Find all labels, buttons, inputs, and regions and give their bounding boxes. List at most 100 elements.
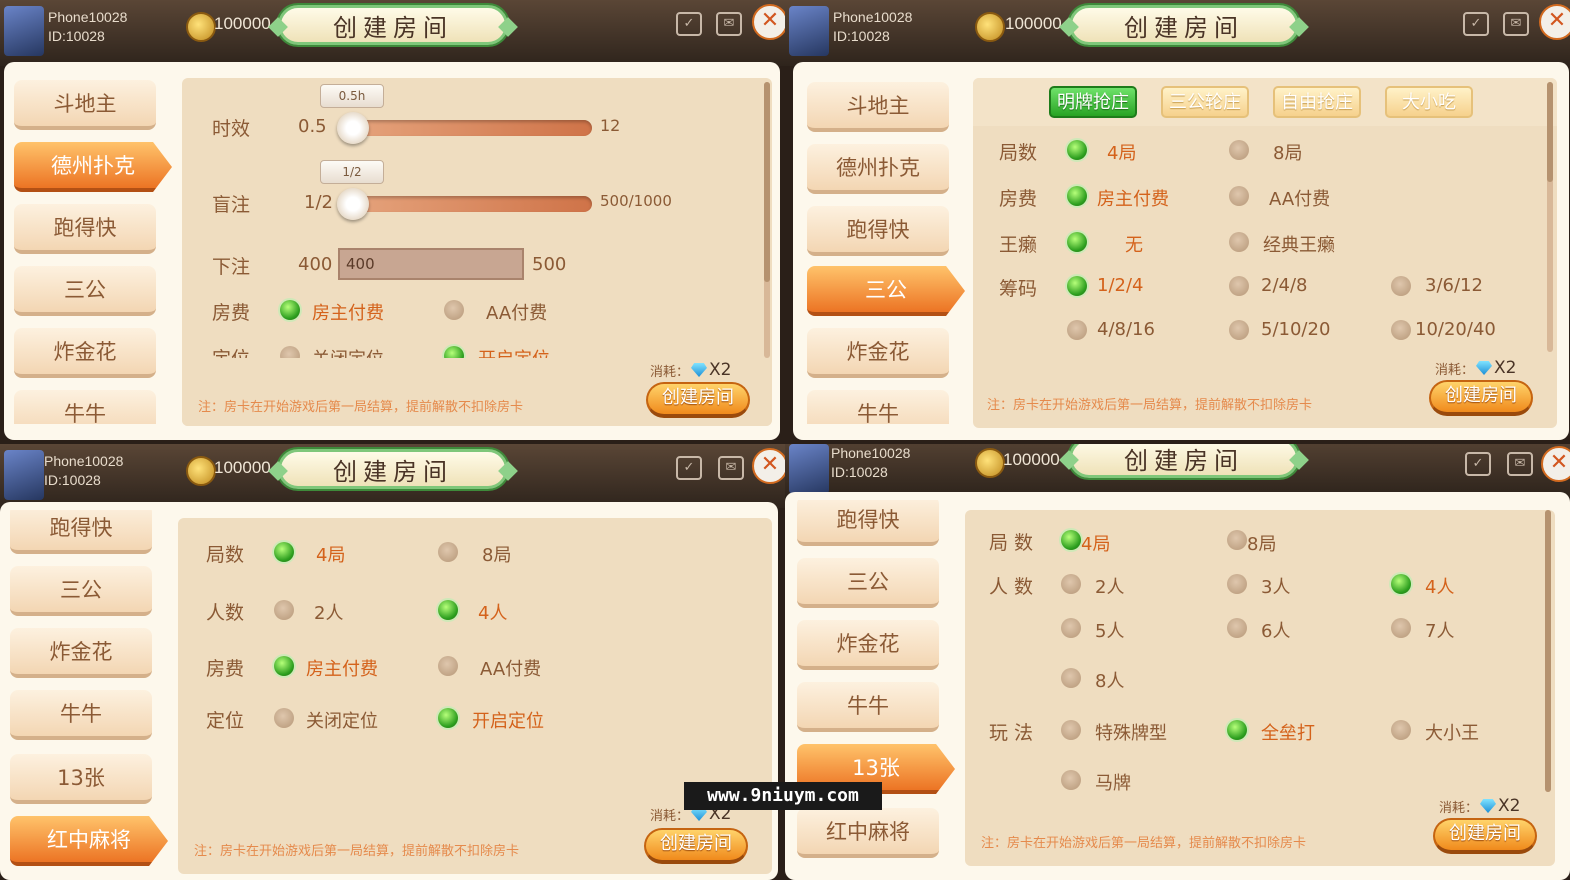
rules-radio-horse[interactable] — [1061, 770, 1081, 790]
fee-radio-aa[interactable] — [438, 656, 458, 676]
tab-ziyou-qiangzhuang[interactable]: 自由抢庄 — [1273, 86, 1361, 118]
sidebar-item-sangong[interactable]: 三公 — [807, 266, 965, 316]
players-radio-4[interactable] — [1391, 574, 1411, 594]
chips-option-1[interactable]: 1/2/4 — [1097, 275, 1144, 296]
sidebar-item-texas[interactable]: 德州扑克 — [14, 142, 172, 192]
rounds-option-8[interactable]: 8局 — [1273, 139, 1302, 165]
chips-radio-5[interactable] — [1229, 320, 1249, 340]
sidebar-item-texas[interactable]: 德州扑克 — [807, 144, 949, 194]
fee-option-aa[interactable]: AA付费 — [480, 655, 541, 681]
tab-daxiaochi[interactable]: 大小吃 — [1385, 86, 1473, 118]
sidebar-item-paodekuai[interactable]: 跑得快 — [807, 206, 949, 256]
location-radio-off[interactable] — [274, 708, 294, 728]
task-icon[interactable]: ✓ — [1465, 452, 1491, 476]
task-icon[interactable]: ✓ — [676, 456, 702, 480]
sidebar-item-sangong[interactable]: 三公 — [10, 566, 152, 616]
chips-option-5[interactable]: 5/10/20 — [1261, 319, 1330, 340]
chips-radio-4[interactable] — [1067, 320, 1087, 340]
fee-option-owner[interactable]: 房主付费 — [312, 299, 384, 325]
players-radio-5[interactable] — [1061, 618, 1081, 638]
fee-radio-aa[interactable] — [444, 300, 464, 320]
players-option-7[interactable]: 7人 — [1425, 617, 1454, 643]
fee-option-aa[interactable]: AA付费 — [486, 299, 547, 325]
blind-slider-handle[interactable] — [337, 188, 369, 220]
blind-slider-track[interactable] — [342, 196, 592, 212]
rounds-option-4[interactable]: 4局 — [316, 541, 345, 567]
rounds-radio-8[interactable] — [1229, 140, 1249, 160]
rules-option-homerun[interactable]: 全垒打 — [1261, 719, 1315, 745]
sidebar-item-hongzhong[interactable]: 红中麻将 — [10, 816, 168, 866]
sidebar-item-zhajinhua[interactable]: 炸金花 — [10, 628, 152, 678]
avatar[interactable] — [789, 444, 829, 494]
rules-option-jokers[interactable]: 大小王 — [1425, 719, 1479, 745]
fee-option-owner[interactable]: 房主付费 — [1097, 185, 1169, 211]
chips-radio-1[interactable] — [1067, 276, 1087, 296]
close-button[interactable]: ✕ — [752, 4, 785, 40]
players-radio-2[interactable] — [274, 600, 294, 620]
avatar[interactable] — [4, 450, 44, 500]
sidebar-item-paodekuai[interactable]: 跑得快 — [10, 510, 152, 554]
sidebar-item-hongzhong[interactable]: 红中麻将 — [797, 808, 939, 858]
mail-icon[interactable]: ✉ — [1507, 452, 1533, 476]
create-room-button[interactable]: 创建房间 — [646, 382, 750, 418]
bet-input[interactable]: 400 — [338, 248, 524, 280]
tab-sangong-lunzhuang[interactable]: 三公轮庄 — [1161, 86, 1249, 118]
mail-icon[interactable]: ✉ — [1503, 12, 1529, 36]
players-option-5[interactable]: 5人 — [1095, 617, 1124, 643]
mail-icon[interactable]: ✉ — [718, 456, 744, 480]
sidebar-item-13zhang[interactable]: 13张 — [10, 754, 152, 804]
rounds-radio-4[interactable] — [1061, 530, 1081, 550]
players-option-4[interactable]: 4人 — [1425, 573, 1454, 599]
sidebar-item-niuniu[interactable]: 牛牛 — [807, 390, 949, 424]
players-option-6[interactable]: 6人 — [1261, 617, 1290, 643]
chips-option-3[interactable]: 3/6/12 — [1425, 275, 1483, 296]
sidebar-item-zhajinhua[interactable]: 炸金花 — [14, 328, 156, 378]
fee-radio-owner[interactable] — [280, 300, 300, 320]
wild-radio-classic[interactable] — [1229, 232, 1249, 252]
rules-radio-special[interactable] — [1061, 720, 1081, 740]
rules-option-special[interactable]: 特殊牌型 — [1095, 719, 1167, 745]
create-room-button[interactable]: 创建房间 — [1433, 818, 1537, 854]
scrollbar-thumb[interactable] — [1545, 510, 1551, 792]
fee-radio-owner[interactable] — [1067, 186, 1087, 206]
close-button[interactable]: ✕ — [1539, 4, 1570, 40]
wild-radio-none[interactable] — [1067, 232, 1087, 252]
rules-radio-jokers[interactable] — [1391, 720, 1411, 740]
players-option-4[interactable]: 4人 — [478, 599, 507, 625]
players-option-3[interactable]: 3人 — [1261, 573, 1290, 599]
rounds-option-4[interactable]: 4局 — [1081, 530, 1110, 556]
chips-option-4[interactable]: 4/8/16 — [1097, 319, 1155, 340]
sidebar-item-zhajinhua[interactable]: 炸金花 — [797, 620, 939, 670]
sidebar-item-niuniu[interactable]: 牛牛 — [797, 682, 939, 732]
players-option-8[interactable]: 8人 — [1095, 667, 1124, 693]
mail-icon[interactable]: ✉ — [716, 12, 742, 36]
players-radio-8[interactable] — [1061, 668, 1081, 688]
create-room-button[interactable]: 创建房间 — [644, 828, 748, 864]
avatar[interactable] — [789, 6, 829, 56]
sidebar-item-niuniu[interactable]: 牛牛 — [10, 690, 152, 740]
players-radio-2[interactable] — [1061, 574, 1081, 594]
fee-option-owner[interactable]: 房主付费 — [306, 655, 378, 681]
sidebar-item-zhajinhua[interactable]: 炸金花 — [807, 328, 949, 378]
sidebar-item-paodekuai[interactable]: 跑得快 — [797, 500, 939, 546]
tab-mingpai-qiangzhuang[interactable]: 明牌抢庄 — [1049, 86, 1137, 118]
duration-slider-track[interactable] — [342, 120, 592, 136]
chips-radio-2[interactable] — [1229, 276, 1249, 296]
rounds-radio-4[interactable] — [1067, 140, 1087, 160]
rounds-option-8[interactable]: 8局 — [1247, 530, 1276, 556]
players-option-2[interactable]: 2人 — [314, 599, 343, 625]
wild-option-classic[interactable]: 经典王癞 — [1263, 231, 1335, 257]
sidebar-item-paodekuai[interactable]: 跑得快 — [14, 204, 156, 254]
rounds-option-8[interactable]: 8局 — [482, 541, 511, 567]
fee-option-aa[interactable]: AA付费 — [1269, 185, 1330, 211]
rules-radio-homerun[interactable] — [1227, 720, 1247, 740]
location-option-off[interactable]: 关闭定位 — [306, 707, 378, 733]
close-button[interactable]: ✕ — [752, 448, 785, 484]
chips-radio-3[interactable] — [1391, 276, 1411, 296]
players-radio-4[interactable] — [438, 600, 458, 620]
players-radio-3[interactable] — [1227, 574, 1247, 594]
sidebar-item-doudizhu[interactable]: 斗地主 — [14, 80, 156, 130]
chips-option-6[interactable]: 10/20/40 — [1415, 319, 1496, 340]
players-radio-6[interactable] — [1227, 618, 1247, 638]
create-room-button[interactable]: 创建房间 — [1429, 380, 1533, 416]
